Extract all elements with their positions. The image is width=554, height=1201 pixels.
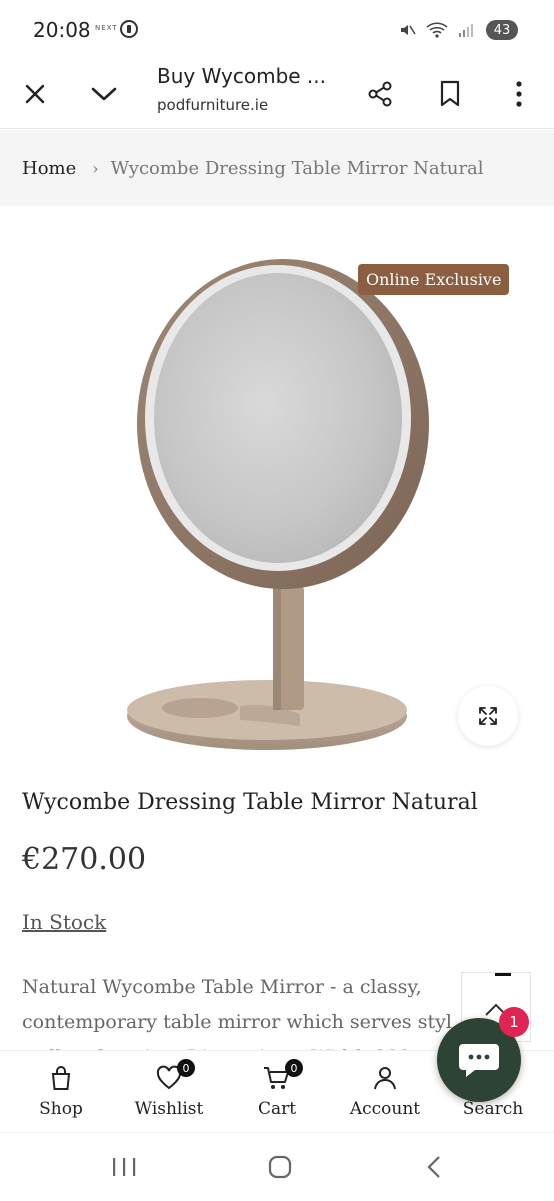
tab-account[interactable]: Account [335, 1051, 435, 1133]
recent-apps-icon [113, 1158, 136, 1176]
tab-account-label: Account [349, 1099, 421, 1119]
back-to-top-bar [495, 973, 511, 976]
wishlist-count-badge: 0 [177, 1059, 195, 1077]
tab-cart[interactable]: 0 Cart [227, 1051, 327, 1133]
back-button[interactable] [414, 1151, 454, 1183]
bookmark-icon [440, 80, 460, 107]
wifi-icon [426, 22, 448, 38]
page-title: Buy Wycombe ... [157, 64, 326, 88]
tab-shop-label: Shop [39, 1099, 83, 1119]
stock-status[interactable]: In Stock [22, 910, 106, 934]
close-icon [25, 84, 45, 104]
mute-icon [401, 25, 416, 35]
battery-indicator: 43 [486, 20, 518, 40]
home-circle-icon [268, 1155, 292, 1179]
breadcrumb-home[interactable]: Home [22, 158, 76, 179]
expand-icon [479, 707, 497, 725]
share-icon [368, 81, 392, 107]
online-exclusive-badge: Online Exclusive [358, 264, 510, 295]
signal-icon [459, 24, 473, 37]
shopping-bag-icon [51, 1066, 71, 1090]
recording-icon [120, 20, 138, 38]
next-indicator: NEXT [95, 24, 118, 32]
user-icon [374, 1067, 396, 1090]
breadcrumb: Home › Wycombe Dressing Table Mirror Nat… [0, 130, 554, 206]
tab-cart-label: Cart [257, 1099, 297, 1119]
description-line-1: Natural Wycombe Table Mirror - a classy, [22, 976, 422, 998]
chat-notification-badge: 1 [499, 1007, 529, 1037]
status-bar: 20:08 NEXT 43 [0, 0, 554, 62]
system-navigation-bar [0, 1132, 554, 1201]
product-title: Wycombe Dressing Table Mirror Natural [22, 790, 478, 815]
chat-bubble-icon [459, 1044, 499, 1077]
breadcrumb-current: Wycombe Dressing Table Mirror Natural [110, 157, 484, 179]
more-vert-icon [516, 81, 522, 107]
page-url[interactable]: podfurniture.ie [157, 96, 268, 114]
minimize-button[interactable] [82, 72, 126, 116]
zoom-button[interactable] [458, 686, 518, 746]
description-line-2: contemporary table mirror which serves s… [22, 1011, 452, 1033]
browser-toolbar: Buy Wycombe ... podfurniture.ie [0, 62, 554, 129]
tab-wishlist-label: Wishlist [134, 1099, 204, 1119]
home-button[interactable] [260, 1151, 300, 1183]
back-chevron-icon [427, 1156, 440, 1178]
bookmark-button[interactable] [428, 72, 472, 116]
tab-wishlist[interactable]: 0 Wishlist [119, 1051, 219, 1133]
breadcrumb-separator: › [92, 158, 99, 178]
close-tab-button[interactable] [13, 72, 57, 116]
more-options-button[interactable] [497, 72, 541, 116]
tab-search-label: Search [462, 1099, 524, 1119]
recent-apps-button[interactable] [104, 1151, 144, 1183]
cart-count-badge: 0 [285, 1059, 303, 1077]
status-time: 20:08 [33, 18, 91, 42]
share-button[interactable] [358, 72, 402, 116]
status-icons: 43 [398, 20, 518, 40]
product-price: €270.00 [22, 842, 147, 877]
tab-shop[interactable]: Shop [11, 1051, 111, 1133]
chevron-down-icon [91, 87, 117, 101]
